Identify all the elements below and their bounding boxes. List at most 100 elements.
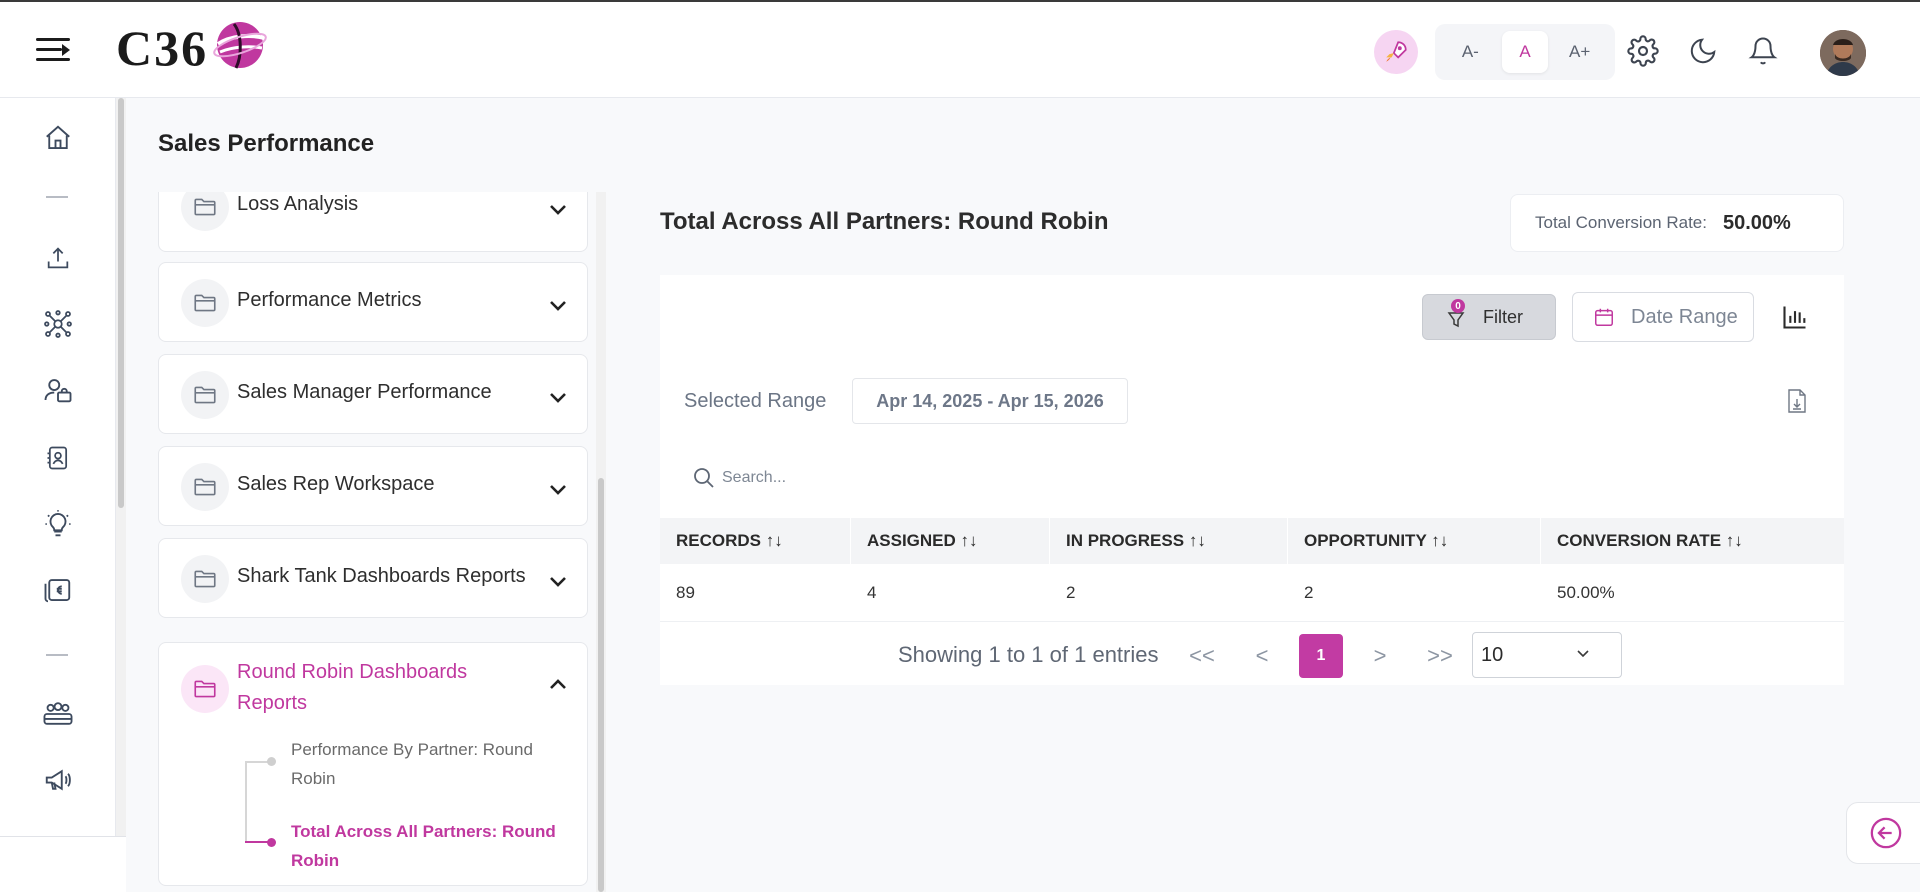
lightbulb-icon[interactable] bbox=[38, 504, 78, 544]
gear-icon[interactable] bbox=[1626, 34, 1660, 68]
chevron-down-icon[interactable] bbox=[547, 387, 569, 409]
folder-label: Sales Manager Performance bbox=[237, 381, 492, 403]
page-size-select[interactable]: 10 bbox=[1472, 632, 1622, 678]
page-button-current[interactable]: 1 bbox=[1299, 634, 1343, 678]
font-size-switcher: A- A A+ bbox=[1435, 24, 1615, 80]
folder-icon bbox=[181, 463, 229, 511]
chevron-down-icon[interactable] bbox=[547, 295, 569, 317]
home-icon[interactable] bbox=[38, 118, 78, 158]
column-header-records[interactable]: RECORDS ↑↓ bbox=[660, 518, 851, 564]
filter-count-badge: 0 bbox=[1451, 299, 1465, 313]
megaphone-icon[interactable] bbox=[38, 760, 78, 800]
folder-panel-scrollbar-thumb[interactable] bbox=[598, 478, 604, 892]
next-page-button[interactable]: > bbox=[1358, 634, 1402, 678]
report-title: Total Across All Partners: Round Robin bbox=[660, 208, 1109, 235]
logo-globe-icon bbox=[213, 22, 267, 69]
folder-icon bbox=[181, 192, 229, 231]
column-label: OPPORTUNITY bbox=[1304, 531, 1427, 550]
folder-label: Loss Analysis bbox=[237, 193, 359, 215]
cell-opportunity: 2 bbox=[1304, 583, 1314, 602]
folder-icon bbox=[181, 371, 229, 419]
logo-text: C36 bbox=[116, 20, 209, 76]
date-range-label: Date Range bbox=[1631, 305, 1738, 328]
top-bar: C36 A- A A+ bbox=[0, 0, 1920, 98]
selected-range-value: Apr 14, 2025 - Apr 15, 2026 bbox=[852, 378, 1128, 424]
column-label: ASSIGNED bbox=[867, 531, 956, 550]
column-label: IN PROGRESS bbox=[1066, 531, 1185, 550]
badge-icon[interactable] bbox=[38, 438, 78, 478]
filter-button[interactable]: 0 Filter bbox=[1422, 294, 1556, 340]
conversion-rate-summary: Total Conversion Rate: 50.00% bbox=[1510, 194, 1844, 252]
previous-page-button[interactable]: < bbox=[1240, 634, 1284, 678]
bar-chart-icon[interactable] bbox=[1778, 300, 1812, 334]
pagination-info: Showing 1 to 1 of 1 entries bbox=[898, 642, 1159, 667]
avatar[interactable] bbox=[1820, 30, 1866, 76]
date-range-button[interactable]: Date Range bbox=[1572, 292, 1754, 342]
folder-performance-metrics[interactable]: Performance Metrics bbox=[158, 262, 588, 342]
chevron-down-icon[interactable] bbox=[547, 199, 569, 221]
font-normal-button[interactable]: A bbox=[1501, 31, 1548, 73]
cell-records: 89 bbox=[676, 583, 695, 602]
menu-icon[interactable] bbox=[36, 36, 70, 64]
rocket-button[interactable] bbox=[1374, 30, 1418, 74]
rail-scrollbar-thumb[interactable] bbox=[118, 98, 124, 508]
rail-scrollbar[interactable] bbox=[116, 98, 126, 892]
network-icon[interactable] bbox=[38, 304, 78, 344]
column-label: RECORDS bbox=[676, 531, 762, 550]
tree-connector bbox=[245, 761, 247, 843]
export-file-icon[interactable] bbox=[1786, 388, 1812, 416]
report-folder-list: Loss Analysis Performance Metrics Sales … bbox=[158, 192, 588, 892]
report-link-total-across-all-partners[interactable]: Total Across All Partners: Round Robin bbox=[291, 817, 581, 875]
icon-rail bbox=[0, 98, 116, 892]
rail-separator bbox=[46, 196, 68, 198]
folder-sales-rep-workspace[interactable]: Sales Rep Workspace bbox=[158, 446, 588, 526]
sort-icon: ↑↓ bbox=[765, 531, 783, 550]
tree-node-dot-active bbox=[267, 838, 276, 847]
folder-sales-manager-performance[interactable]: Sales Manager Performance bbox=[158, 354, 588, 434]
upload-icon[interactable] bbox=[38, 238, 78, 278]
column-header-opportunity[interactable]: OPPORTUNITY ↑↓ bbox=[1288, 518, 1541, 564]
chevron-down-icon bbox=[1577, 650, 1589, 658]
back-arrow-button[interactable] bbox=[1846, 802, 1920, 864]
users-icon[interactable] bbox=[38, 370, 78, 410]
logo[interactable]: C36 bbox=[116, 20, 268, 76]
column-header-conversion-rate[interactable]: CONVERSION RATE ↑↓ bbox=[1541, 518, 1844, 564]
chevron-down-icon[interactable] bbox=[547, 571, 569, 593]
folder-round-robin-dashboards-reports[interactable]: Round Robin Dashboards Reports Performan… bbox=[158, 642, 588, 886]
font-decrease-button[interactable]: A- bbox=[1447, 31, 1493, 73]
search-input[interactable] bbox=[722, 462, 1122, 494]
team-icon[interactable] bbox=[38, 694, 78, 734]
chevron-up-icon[interactable] bbox=[547, 673, 569, 695]
folder-loss-analysis[interactable]: Loss Analysis bbox=[158, 192, 588, 252]
page-size-value: 10 bbox=[1481, 643, 1504, 666]
tree-node-dot bbox=[267, 757, 276, 766]
folder-label: Sales Rep Workspace bbox=[237, 473, 435, 495]
table-row: 89 4 2 2 50.00% bbox=[660, 564, 1844, 622]
filter-label: Filter bbox=[1483, 306, 1523, 327]
moon-icon[interactable] bbox=[1686, 34, 1720, 68]
folder-shark-tank-dashboards-reports[interactable]: Shark Tank Dashboards Reports bbox=[158, 538, 588, 618]
cash-icon[interactable] bbox=[38, 570, 78, 610]
cell-in-progress: 2 bbox=[1066, 583, 1076, 602]
folder-icon bbox=[181, 279, 229, 327]
sort-icon: ↑↓ bbox=[960, 531, 978, 550]
folder-label: Round Robin Dashboards Reports bbox=[237, 661, 468, 714]
page-title: Sales Performance bbox=[158, 130, 375, 157]
first-page-button[interactable]: << bbox=[1180, 634, 1224, 678]
report-link-performance-by-partner[interactable]: Performance By Partner: Round Robin bbox=[291, 735, 581, 793]
folder-label: Performance Metrics bbox=[237, 289, 422, 311]
arrow-left-circle-icon bbox=[1870, 817, 1902, 849]
chevron-down-icon[interactable] bbox=[547, 479, 569, 501]
cell-assigned: 4 bbox=[867, 583, 877, 602]
column-header-in-progress[interactable]: IN PROGRESS ↑↓ bbox=[1050, 518, 1288, 564]
column-header-assigned[interactable]: ASSIGNED ↑↓ bbox=[851, 518, 1050, 564]
last-page-button[interactable]: >> bbox=[1418, 634, 1462, 678]
folder-open-icon bbox=[181, 665, 229, 713]
calendar-icon bbox=[1595, 308, 1613, 326]
font-increase-button[interactable]: A+ bbox=[1557, 31, 1603, 73]
bell-icon[interactable] bbox=[1746, 34, 1780, 68]
column-label: CONVERSION RATE bbox=[1557, 531, 1722, 550]
folder-panel-scrollbar[interactable] bbox=[596, 192, 606, 892]
selected-range-label: Selected Range bbox=[684, 390, 827, 412]
conversion-rate-value: 50.00% bbox=[1722, 211, 1791, 234]
